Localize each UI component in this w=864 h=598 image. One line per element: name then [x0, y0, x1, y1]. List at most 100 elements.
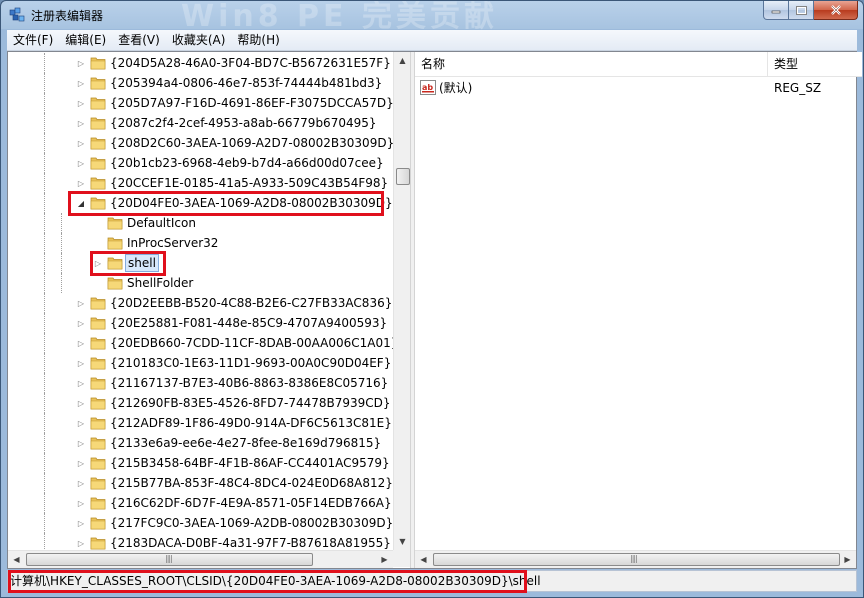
list-horizontal-scrollbar[interactable]: ◀ |||| ▶	[415, 550, 856, 568]
folder-icon	[90, 436, 106, 450]
tree-item[interactable]: ▷ {20D2EEBB-B520-4C88-B2E6-C27FB33AC836}	[8, 293, 393, 313]
column-header-type[interactable]: 类型	[768, 52, 862, 77]
collapsed-arrow-icon[interactable]: ▷	[76, 517, 86, 529]
tree-item-label: {216C62DF-6D7F-4E9A-8571-05F14EDB766A}	[110, 496, 392, 510]
collapsed-arrow-icon[interactable]: ▷	[76, 337, 86, 349]
collapsed-arrow-icon[interactable]: ▷	[76, 97, 86, 109]
collapsed-arrow-icon[interactable]: ▷	[76, 157, 86, 169]
tree-item[interactable]: ▷ {208D2C60-3AEA-1069-A2D7-08002B30309D}	[8, 133, 394, 153]
tree-item[interactable]: ▷ {210183C0-1E63-11D1-9693-00A0C90D04EF}	[8, 353, 393, 373]
tree-item[interactable]: ▷ {212690FB-83E5-4526-8FD7-74478B7939CD}	[8, 393, 393, 413]
tree-vertical-scrollbar[interactable]: ▲ ▼	[393, 52, 411, 550]
scroll-down-icon[interactable]: ▼	[394, 533, 411, 550]
tree-item[interactable]: ▷ {205394a4-0806-46e7-853f-74444b481bd3}	[8, 73, 393, 93]
collapsed-arrow-icon[interactable]: ▷	[76, 537, 86, 549]
folder-icon	[90, 516, 106, 530]
collapsed-arrow-icon[interactable]: ▷	[76, 477, 86, 489]
tree-item-label: InProcServer32	[127, 236, 219, 250]
tree-item[interactable]: ▷ {20EDB660-7CDD-11CF-8DAB-00AA006C1A01}	[8, 333, 398, 353]
collapsed-arrow-icon[interactable]: ▷	[76, 317, 86, 329]
tree-guide-line	[44, 313, 45, 333]
registry-key-tree[interactable]: ▷ {204D5A28-46A0-3F04-BD7C-B5672631E57F} ▷…	[8, 52, 414, 568]
collapsed-arrow-icon[interactable]: ▷	[76, 297, 86, 309]
collapsed-arrow-icon[interactable]: ▷	[76, 177, 86, 189]
menu-favorites[interactable]: 收藏夹(A)	[166, 30, 232, 50]
tree-item[interactable]: ▷ {215B77BA-853F-48C4-8DC4-024E0D68A812}	[8, 473, 393, 493]
tree-item-label: {20D2EEBB-B520-4C88-B2E6-C27FB33AC836}	[110, 296, 393, 310]
tree-guide-line	[61, 253, 62, 273]
close-button[interactable]	[814, 1, 858, 20]
maximize-button[interactable]	[789, 1, 814, 20]
tree-item[interactable]: ▷ {212ADF89-1F86-49D0-914A-DF6C5613C81E}	[8, 413, 393, 433]
scroll-left-icon[interactable]: ◀	[8, 551, 25, 568]
menu-edit[interactable]: 编辑(E)	[59, 30, 112, 50]
tree-item[interactable]: ▷ {20b1cb23-6968-4eb9-b7d4-a66d00d07cee}	[8, 153, 393, 173]
column-header-name[interactable]: 名称	[415, 52, 768, 77]
tree-item[interactable]: ▷ {215B3458-64BF-4F1B-86AF-CC4401AC9579}	[8, 453, 393, 473]
folder-icon	[90, 176, 106, 190]
scroll-up-icon[interactable]: ▲	[394, 52, 411, 69]
collapsed-arrow-icon[interactable]: ▷	[76, 457, 86, 469]
collapsed-arrow-icon[interactable]: ▷	[76, 397, 86, 409]
folder-icon	[90, 136, 106, 150]
menu-view[interactable]: 查看(V)	[112, 30, 166, 50]
tree-item[interactable]: ▷ {204D5A28-46A0-3F04-BD7C-B5672631E57F}	[8, 53, 393, 73]
value-row[interactable]: ab (默认) REG_SZ	[415, 78, 856, 98]
maximize-icon	[795, 5, 807, 15]
tree-horizontal-scrollbar[interactable]: ◀ |||| ▶	[8, 550, 393, 568]
folder-icon	[90, 296, 106, 310]
tree-item[interactable]: ▷ {21167137-B7E3-40B6-8863-8386E8C05716}	[8, 373, 393, 393]
collapsed-arrow-icon[interactable]: ▷	[76, 377, 86, 389]
tree-item[interactable]: ▷ shell	[8, 253, 393, 273]
tree-item[interactable]: ▷ {205D7A97-F16D-4691-86EF-F3075DCCA57D}	[8, 93, 394, 113]
tree-guide-line	[44, 113, 45, 133]
tree-item[interactable]: InProcServer32	[8, 233, 393, 253]
regedit-app-icon	[9, 7, 25, 22]
folder-icon	[90, 496, 106, 510]
window-controls	[763, 1, 858, 21]
collapsed-arrow-icon[interactable]: ▷	[76, 137, 86, 149]
tree-item[interactable]: ▷ {2133e6a9-ee6e-4e27-8fee-8e169d796815}	[8, 433, 393, 453]
tree-vscroll-thumb[interactable]	[396, 168, 410, 185]
tree-guide-line	[44, 213, 45, 233]
collapsed-arrow-icon[interactable]: ▷	[76, 117, 86, 129]
menu-bar: 文件(F) 编辑(E) 查看(V) 收藏夹(A) 帮助(H)	[7, 30, 857, 51]
folder-icon	[90, 96, 106, 110]
tree-item-label: DefaultIcon	[127, 216, 196, 230]
menu-file[interactable]: 文件(F)	[7, 30, 59, 50]
grip-icon: ||||	[630, 554, 638, 563]
title-bar[interactable]: Win8 PE 完美贡献 注册表编辑器	[1, 1, 863, 34]
tree-item[interactable]: ▷ {20E25881-F081-448e-85C9-4707A9400593}	[8, 313, 393, 333]
list-hscroll-thumb[interactable]: ||||	[433, 553, 840, 566]
tree-item[interactable]: ▷ {2087c2f4-2cef-4953-a8ab-66779b670495}	[8, 113, 393, 133]
minimize-button[interactable]	[763, 1, 789, 20]
folder-icon	[90, 416, 106, 430]
collapsed-arrow-icon[interactable]: ▷	[76, 357, 86, 369]
scroll-right-icon[interactable]: ▶	[839, 551, 856, 568]
tree-item-label: {2087c2f4-2cef-4953-a8ab-66779b670495}	[110, 116, 377, 130]
tree-guide-line	[44, 353, 45, 373]
tree-item[interactable]: DefaultIcon	[8, 213, 393, 233]
folder-icon	[90, 316, 106, 330]
tree-item-label: {2133e6a9-ee6e-4e27-8fee-8e169d796815}	[110, 436, 382, 450]
collapsed-arrow-icon[interactable]: ▷	[76, 77, 86, 89]
svg-text:ab: ab	[422, 83, 433, 92]
collapsed-arrow-icon[interactable]: ▷	[76, 437, 86, 449]
tree-hscroll-thumb[interactable]: ||||	[26, 553, 313, 566]
tree-item-label: {212ADF89-1F86-49D0-914A-DF6C5613C81E}	[110, 416, 392, 430]
tree-item-label: {21167137-B7E3-40B6-8863-8386E8C05716}	[110, 376, 389, 390]
tree-item[interactable]: ▷ {216C62DF-6D7F-4E9A-8571-05F14EDB766A}	[8, 493, 393, 513]
collapsed-arrow-icon[interactable]: ▷	[76, 497, 86, 509]
tree-item[interactable]: ShellFolder	[8, 273, 393, 293]
tree-guide-line	[61, 213, 62, 233]
collapsed-arrow-icon[interactable]: ▷	[76, 417, 86, 429]
tree-item-label: {212690FB-83E5-4526-8FD7-74478B7939CD}	[110, 396, 391, 410]
collapsed-arrow-icon[interactable]: ▷	[76, 57, 86, 69]
tree-item[interactable]: ▷ {20CCEF1E-0185-41a5-A933-509C43B54F98}	[8, 173, 393, 193]
scroll-left-icon[interactable]: ◀	[415, 551, 432, 568]
tree-item-label: {205394a4-0806-46e7-853f-74444b481bd3}	[110, 76, 383, 90]
value-list[interactable]: 名称 类型 ab (默认) REG_SZ ◀ |||| ▶	[415, 52, 862, 568]
tree-item[interactable]: ▷ {217FC9C0-3AEA-1069-A2DB-08002B30309D}	[8, 513, 393, 533]
scroll-right-icon[interactable]: ▶	[376, 551, 393, 568]
menu-help[interactable]: 帮助(H)	[231, 30, 285, 50]
